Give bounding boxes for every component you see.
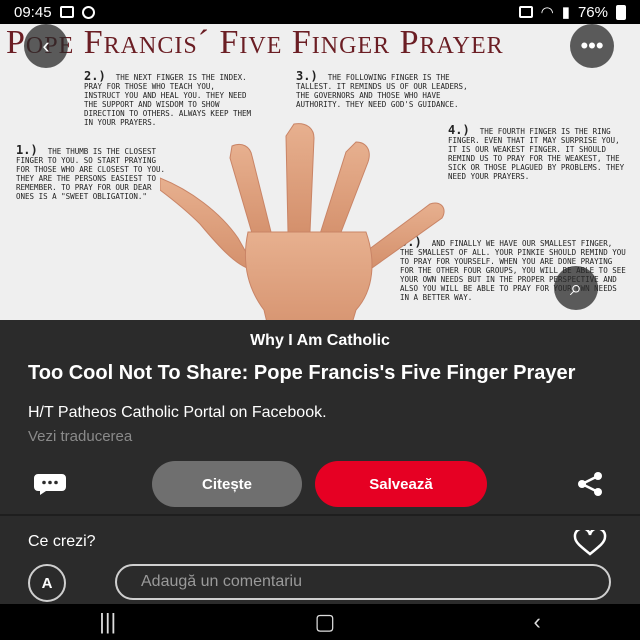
lens-search-icon: ⌕ xyxy=(569,275,583,300)
divider xyxy=(0,514,640,516)
board-name[interactable]: Why I Am Catholic xyxy=(0,320,640,350)
heart-icon[interactable] xyxy=(572,530,608,556)
pin-description: H/T Patheos Catholic Portal on Facebook. xyxy=(28,404,327,421)
recent-apps-button[interactable]: ||| xyxy=(99,609,116,635)
home-button[interactable]: ▢ xyxy=(315,609,336,635)
system-nav-bar: ||| ▢ ‹ xyxy=(0,604,640,640)
more-options-button[interactable]: ••• xyxy=(570,24,614,68)
battery-icon xyxy=(616,4,626,20)
read-button[interactable]: Citește xyxy=(152,461,302,507)
step-2: 2.) The next finger is the index. Pray fo… xyxy=(84,69,252,127)
avatar[interactable]: A xyxy=(28,564,66,602)
image-title: Pope Francis´ Five Finger Prayer xyxy=(6,24,504,61)
gallery-notification-icon xyxy=(59,6,74,18)
back-button[interactable]: ‹ xyxy=(24,24,68,68)
status-time: 09:45 xyxy=(14,3,52,21)
wifi-icon: ◠ xyxy=(540,4,554,21)
battery-level: 76% xyxy=(577,3,608,21)
share-icon[interactable] xyxy=(574,472,606,496)
pin-title: Too Cool Not To Share: Pope Francis's Fi… xyxy=(28,362,576,384)
status-bar: 09:45 ◠ ▮ 76% xyxy=(0,0,640,24)
comment-input[interactable] xyxy=(115,564,611,600)
translate-link[interactable]: Vezi traducerea xyxy=(28,428,132,445)
step-3: 3.) The following finger is the tallest. … xyxy=(296,69,468,109)
hand-illustration xyxy=(160,123,445,320)
whatsapp-notification-icon xyxy=(81,5,95,19)
signal-icon: ▮ xyxy=(561,4,570,21)
system-back-button[interactable]: ‹ xyxy=(534,609,541,635)
screenshot-icon xyxy=(518,6,533,18)
visual-search-button[interactable]: ⌕ xyxy=(554,266,598,310)
step-1: 1.) The thumb is the closest finger to yo… xyxy=(16,143,166,201)
comment-bubble-icon[interactable] xyxy=(32,472,68,496)
chevron-left-icon: ‹ xyxy=(42,33,50,58)
save-button[interactable]: Salvează xyxy=(315,461,487,507)
comments-prompt: Ce crezi? xyxy=(28,533,96,550)
pin-image[interactable]: Pope Francis´ Five Finger Prayer 2.) The … xyxy=(0,24,640,320)
more-options-icon: ••• xyxy=(580,33,604,58)
